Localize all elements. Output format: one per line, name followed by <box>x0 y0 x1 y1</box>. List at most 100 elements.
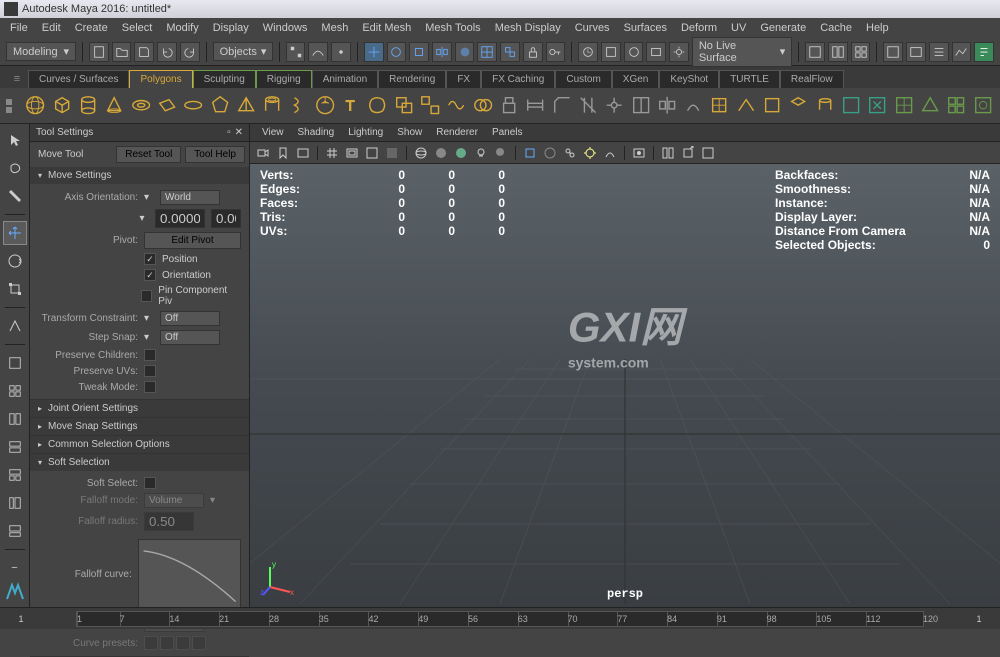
redo-icon[interactable] <box>180 42 200 62</box>
outliner-icon[interactable] <box>929 42 949 62</box>
rotate-tool-box-icon[interactable] <box>3 249 27 273</box>
poly-pyramid-icon[interactable] <box>235 92 257 120</box>
quad-draw-icon[interactable] <box>708 92 730 120</box>
menu-display[interactable]: Display <box>207 20 255 36</box>
vp-menu-shading[interactable]: Shading <box>292 126 341 139</box>
sculpt-icon[interactable] <box>682 92 704 120</box>
poly-svg-icon[interactable] <box>366 92 388 120</box>
persp-pane-icon[interactable] <box>3 519 27 543</box>
bridge-icon[interactable] <box>524 92 546 120</box>
pin-checkbox[interactable] <box>141 290 153 302</box>
scale-tool-icon[interactable] <box>409 42 429 62</box>
vp-gate-mask-icon[interactable] <box>383 144 401 162</box>
poly-cylinder-icon[interactable] <box>77 92 99 120</box>
poly-cone-icon[interactable] <box>103 92 125 120</box>
menu-file[interactable]: File <box>4 20 34 36</box>
poly-count-icon[interactable] <box>840 92 862 120</box>
vp-menu-renderer[interactable]: Renderer <box>430 126 484 139</box>
snap-together-icon[interactable] <box>500 42 520 62</box>
shelf-menu-icon[interactable]: ≡ <box>6 70 28 88</box>
vp-use-lights-icon[interactable] <box>472 144 490 162</box>
outliner-pane-icon[interactable] <box>3 491 27 515</box>
shelf-tab-rigging[interactable]: Rigging <box>256 70 312 88</box>
uv-auto-icon[interactable] <box>787 92 809 120</box>
menu-cache[interactable]: Cache <box>814 20 858 36</box>
falloff-curve-editor[interactable] <box>138 539 241 609</box>
vp-film-gate-icon[interactable] <box>343 144 361 162</box>
poly-disc-icon[interactable] <box>182 92 204 120</box>
hypershade-icon[interactable] <box>883 42 903 62</box>
poly-type-icon[interactable]: T <box>340 92 362 120</box>
four-pane-icon[interactable] <box>3 379 27 403</box>
preserve-children-checkbox[interactable] <box>144 349 156 361</box>
shelf-tab-turtle[interactable]: TURTLE <box>719 70 780 88</box>
save-scene-icon[interactable] <box>134 42 154 62</box>
menu-curves[interactable]: Curves <box>569 20 616 36</box>
render-icon[interactable] <box>624 42 644 62</box>
vp-bookmark-icon[interactable] <box>274 144 292 162</box>
three-pane-icon[interactable] <box>3 463 27 487</box>
soft-select-checkbox[interactable] <box>144 477 156 489</box>
layout-2-icon[interactable] <box>828 42 848 62</box>
snap-point-icon[interactable] <box>331 42 351 62</box>
menu-select[interactable]: Select <box>116 20 159 36</box>
smooth-icon[interactable] <box>445 92 467 120</box>
axis-value2-input[interactable] <box>211 209 241 228</box>
vp-maximize-icon[interactable] <box>699 144 717 162</box>
graph-editor-icon[interactable] <box>952 42 972 62</box>
vp-select-camera-icon[interactable] <box>254 144 272 162</box>
move-settings-head[interactable]: Move Settings <box>30 167 249 184</box>
orientation-checkbox[interactable] <box>144 269 156 281</box>
shelf-tab-animation[interactable]: Animation <box>312 70 378 88</box>
soft-selection-head[interactable]: Soft Selection <box>30 454 249 471</box>
menu-mesh-display[interactable]: Mesh Display <box>489 20 567 36</box>
vp-panel-layout-icon[interactable] <box>659 144 677 162</box>
preserve-uvs-checkbox[interactable] <box>144 365 156 377</box>
poly-torus-icon[interactable] <box>130 92 152 120</box>
rotate-tool-icon[interactable] <box>387 42 407 62</box>
preset-4[interactable] <box>192 636 206 650</box>
ipr-icon[interactable] <box>646 42 666 62</box>
axis-value-input[interactable] <box>155 209 205 228</box>
menu-create[interactable]: Create <box>69 20 114 36</box>
poly-pipe-icon[interactable] <box>261 92 283 120</box>
preset-2[interactable] <box>160 636 174 650</box>
layout-4-icon[interactable] <box>851 42 871 62</box>
menu-modify[interactable]: Modify <box>160 20 204 36</box>
poly-retopo-icon[interactable] <box>972 92 994 120</box>
separate-icon[interactable] <box>419 92 441 120</box>
poly-helix-icon[interactable] <box>287 92 309 120</box>
vp-xray-icon[interactable] <box>541 144 559 162</box>
vp-menu-lighting[interactable]: Lighting <box>342 126 389 139</box>
poly-subd-icon[interactable] <box>893 92 915 120</box>
lock-icon[interactable] <box>523 42 543 62</box>
axis-orient-dropdown[interactable]: World <box>160 190 220 205</box>
script-editor-icon[interactable] <box>974 42 994 62</box>
menu-surfaces[interactable]: Surfaces <box>618 20 673 36</box>
poly-platonic-icon[interactable] <box>209 92 231 120</box>
menu-uv[interactable]: UV <box>725 20 752 36</box>
object-mode-dropdown[interactable]: Objects▾ <box>213 42 273 61</box>
poly-remesh-icon[interactable] <box>945 92 967 120</box>
symmetry-icon[interactable] <box>432 42 452 62</box>
multi-cut-icon[interactable] <box>577 92 599 120</box>
uv-cylindrical-icon[interactable] <box>814 92 836 120</box>
soft-select-icon[interactable] <box>455 42 475 62</box>
vp-menu-view[interactable]: View <box>256 126 290 139</box>
panel-dock-icon[interactable]: ▫ <box>227 127 231 138</box>
snap-curve-icon[interactable] <box>308 42 328 62</box>
move-snap-head[interactable]: Move Snap Settings <box>30 418 249 435</box>
shelf-tab-xgen[interactable]: XGen <box>612 70 660 88</box>
two-pane-stack-icon[interactable] <box>3 435 27 459</box>
menu-mesh[interactable]: Mesh <box>315 20 354 36</box>
position-checkbox[interactable] <box>144 253 156 265</box>
shelf-tab-fx[interactable]: FX <box>446 70 481 88</box>
vp-menu-panels[interactable]: Panels <box>486 126 529 139</box>
lasso-tool-icon[interactable] <box>3 156 27 180</box>
snap-toggle-icon[interactable] <box>477 42 497 62</box>
joint-orient-head[interactable]: Joint Orient Settings <box>30 400 249 417</box>
target-weld-icon[interactable] <box>603 92 625 120</box>
vp-menu-show[interactable]: Show <box>391 126 428 139</box>
vp-xray-joints-icon[interactable] <box>561 144 579 162</box>
menu-windows[interactable]: Windows <box>257 20 314 36</box>
